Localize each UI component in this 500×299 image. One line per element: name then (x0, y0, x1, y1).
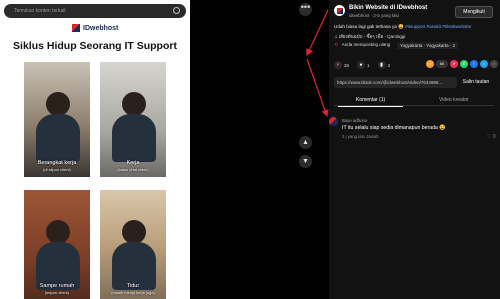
next-video-button[interactable]: ▼ (299, 155, 312, 168)
whatsapp-icon[interactable]: ✆ (460, 60, 468, 68)
bookmark-icon: ▮ (377, 61, 386, 69)
tab-creator-videos[interactable]: Video kreator (439, 97, 469, 103)
tile-sublabel: (telpon client) (44, 290, 69, 295)
person-figure (112, 114, 156, 162)
brand-mark-icon (72, 24, 80, 32)
like-count: 26 (344, 62, 350, 68)
screen: { "video": { "search_placeholder": "Temu… (0, 0, 500, 299)
person-figure (46, 220, 70, 244)
tab-comments[interactable]: Komentar (1) (337, 97, 404, 107)
comment-author[interactable]: Bayu adhono (342, 118, 367, 123)
tile-label: Kerja (126, 160, 140, 166)
more-share-icon[interactable]: › (490, 60, 498, 68)
account-name[interactable]: Bikin Website di IDwebhost (349, 5, 427, 11)
search-input[interactable]: Temukan konten terkait (4, 4, 186, 18)
brand-name: IDwebhost (83, 24, 119, 32)
embed-icon[interactable]: <> (426, 60, 434, 68)
brand-logo: IDwebhost (72, 24, 118, 32)
tile-sublabel: (balas chat client) (117, 167, 149, 172)
location-chip[interactable]: Yogyakarta · Yogyakarta · 2 (397, 42, 459, 49)
copy-link-button[interactable]: Salin tautan (458, 77, 494, 88)
comment-button[interactable]: ● 1 (357, 61, 370, 69)
previous-video-button[interactable]: ▲ (299, 136, 312, 149)
repost-indicator[interactable]: ⟲ Anda memposting ulang (334, 42, 390, 48)
tile-label: Berangkat kerja (37, 160, 77, 166)
tile-label: Tidur (126, 283, 140, 289)
comment-count: 1 (367, 62, 370, 68)
account-avatar[interactable] (334, 5, 345, 16)
follow-button[interactable]: Mengikuti (455, 6, 493, 18)
commenter-avatar[interactable] (329, 117, 338, 126)
music-link[interactable]: ♫ เสียงต้นฉบับ - ซื้อๆ เพื่อ - Qarotiggi (334, 33, 405, 40)
save-button[interactable]: ▮ 3 (377, 61, 391, 69)
engagement-bar: ♥ 26 ● 1 ▮ 3 (334, 61, 398, 69)
annotation-arrow (306, 9, 329, 57)
tile-sublabel: (masih mimpi kerja juga) (111, 290, 155, 295)
video-tile: Tidur (masih mimpi kerja juga) (100, 190, 166, 299)
search-placeholder: Temukan konten terkait (14, 8, 66, 14)
video-tile: Sampe rumah (telpon client) (24, 190, 90, 299)
person-figure (46, 92, 70, 116)
like-button[interactable]: ♥ 26 (334, 61, 349, 69)
share-buttons: <> 60 ➤ ✆ f t › (426, 60, 498, 68)
save-count: 3 (387, 62, 391, 68)
video-tile: Berangkat kerja (di silpon client) (24, 62, 90, 177)
comment-text: IT itu selalu siap sedia dimanapun berad… (342, 125, 446, 131)
more-options-button[interactable]: ••• (299, 3, 312, 16)
facebook-icon[interactable]: f (470, 60, 478, 68)
repost-label: Anda memposting ulang (341, 42, 391, 47)
tile-sublabel: (di silpon client) (43, 167, 71, 172)
account-handle-time: idwebhost · 2-5 yang lalu (349, 13, 400, 18)
video-url-field[interactable]: https://www.tiktok.com/@idwebhost/video/… (334, 77, 457, 88)
annotation-arrow (306, 58, 329, 118)
send-icon[interactable]: ➤ (450, 60, 458, 68)
tile-label: Sampe rumah (39, 283, 75, 289)
repost-icon: ⟲ (334, 42, 338, 47)
comment-like-button[interactable]: ♡ 0 (487, 134, 496, 140)
heart-icon: ♡ (487, 134, 492, 140)
comment-like-count: 0 (492, 134, 496, 140)
comment-icon: ● (357, 61, 366, 69)
heart-icon: ♥ (334, 61, 342, 69)
brand-mark-icon (336, 7, 343, 14)
video-player[interactable]: Temukan konten terkait IDwebhost Siklus … (0, 0, 190, 299)
person-figure (122, 92, 146, 116)
person-figure (36, 114, 80, 162)
share-count: 60 (436, 60, 448, 68)
tab-bar: Komentar (1) Video kreator (334, 95, 494, 107)
twitter-icon[interactable]: t (480, 60, 488, 68)
hashtag-links[interactable]: #itsupport #asakit #tiktokwebsite (405, 24, 471, 29)
search-icon[interactable] (173, 7, 180, 14)
comment-meta[interactable]: 3 j yang lalu Jawab (342, 134, 379, 139)
person-figure (122, 220, 146, 244)
caption-text: Udah biasa lagi gak tethasa ya 😄 (334, 24, 404, 29)
video-headline: Siklus Hidup Seorang IT Support (13, 40, 177, 52)
post-caption: Udah biasa lagi gak tethasa ya 😄 #itsupp… (334, 24, 494, 30)
video-tile: Kerja (balas chat client) (100, 62, 166, 177)
